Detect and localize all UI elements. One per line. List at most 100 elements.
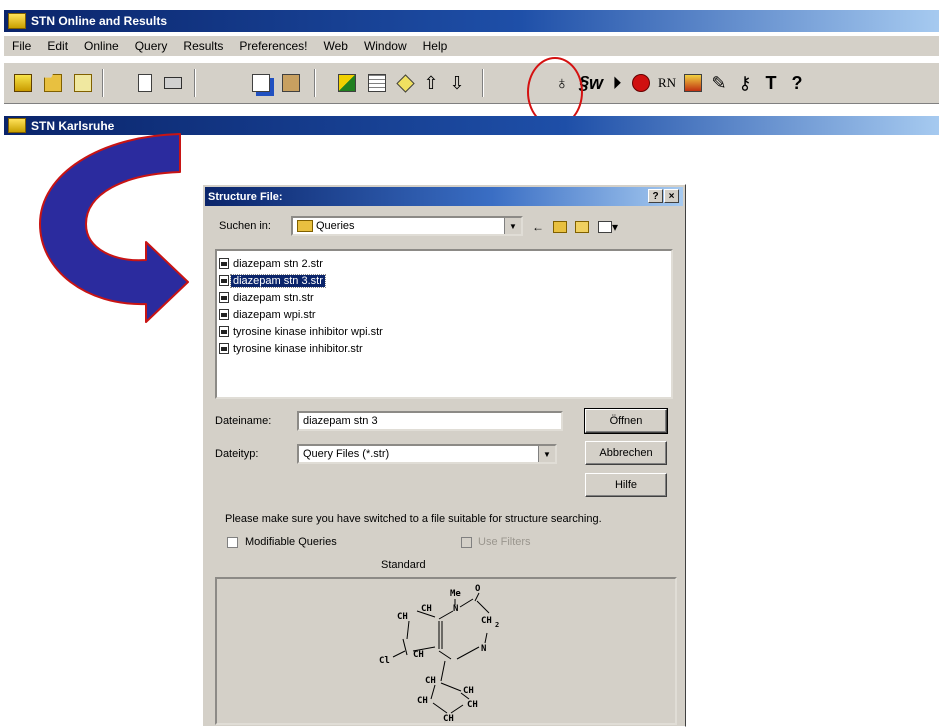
dialog-close-button[interactable]: × bbox=[664, 189, 679, 203]
filename-value: diazepam stn 3 bbox=[303, 415, 378, 427]
rn-icon[interactable]: RN bbox=[654, 70, 680, 96]
help-label: ? bbox=[791, 72, 803, 93]
dialog-help-button[interactable]: ? bbox=[648, 189, 663, 203]
document-icon[interactable] bbox=[132, 70, 158, 96]
tag-icon[interactable] bbox=[392, 70, 418, 96]
file-name: diazepam stn.str bbox=[233, 291, 314, 304]
look-in-value: Queries bbox=[316, 220, 355, 232]
paste-icon[interactable] bbox=[278, 70, 304, 96]
atom-ch: CH bbox=[467, 700, 478, 710]
help-icon[interactable]: ? bbox=[784, 70, 810, 96]
menu-results[interactable]: Results bbox=[175, 39, 231, 53]
rn-label: RN bbox=[657, 75, 677, 90]
look-in-select[interactable]: Queries ▼ bbox=[291, 216, 523, 236]
upload-icon[interactable]: ⇧ bbox=[418, 70, 444, 96]
diazepam-structure: Me O N CH 2 N CH CH CH Cl CH CH CH CH CH bbox=[379, 584, 499, 724]
modifiable-queries-label: Modifiable Queries bbox=[245, 536, 337, 548]
file-icon bbox=[219, 326, 229, 337]
download-icon[interactable]: ⇩ bbox=[444, 70, 470, 96]
atom-n: N bbox=[453, 604, 458, 614]
app-icon bbox=[8, 13, 26, 29]
file-icon bbox=[219, 275, 229, 286]
file-name: tyrosine kinase inhibitor wpi.str bbox=[233, 325, 383, 338]
atom-ch2: CH bbox=[481, 616, 492, 626]
atom-ch: CH bbox=[397, 612, 408, 622]
chevron-down-icon[interactable]: ▼ bbox=[504, 218, 521, 234]
copy-icon[interactable] bbox=[248, 70, 274, 96]
up-folder-icon[interactable] bbox=[551, 219, 569, 235]
menu-query[interactable]: Query bbox=[127, 39, 176, 53]
menu-file[interactable]: File bbox=[4, 39, 39, 53]
filename-field[interactable]: diazepam stn 3 bbox=[297, 411, 563, 431]
filetype-select[interactable]: Query Files (*.str) ▼ bbox=[297, 444, 557, 464]
structure-file-dialog: Structure File: ? × Suchen in: Queries ▼… bbox=[202, 184, 686, 727]
use-filters-label: Use Filters bbox=[478, 536, 531, 548]
atom-subscript: 2 bbox=[495, 621, 499, 629]
file-item[interactable]: tyrosine kinase inhibitor wpi.str bbox=[219, 323, 669, 340]
cancel-button[interactable]: Abbrechen bbox=[585, 441, 667, 465]
modifiable-queries-checkbox[interactable] bbox=[227, 537, 238, 548]
menu-bar: File Edit Online Query Results Preferenc… bbox=[4, 36, 939, 56]
new-folder-icon[interactable] bbox=[573, 219, 591, 235]
structure-preview: Me O N CH 2 N CH CH CH Cl CH CH CH CH CH bbox=[215, 577, 677, 725]
atom-ch: CH bbox=[421, 604, 432, 614]
file-name: diazepam wpi.str bbox=[233, 308, 316, 321]
subwindow-title: STN Karlsruhe bbox=[31, 118, 115, 133]
dialog-title: Structure File: bbox=[208, 190, 283, 203]
table-icon[interactable] bbox=[364, 70, 390, 96]
app-titlebar: STN Online and Results bbox=[4, 10, 939, 32]
folder-icon[interactable] bbox=[40, 70, 66, 96]
menu-help[interactable]: Help bbox=[415, 39, 456, 53]
menu-online[interactable]: Online bbox=[76, 39, 127, 53]
stop-icon[interactable] bbox=[628, 70, 654, 96]
key-icon[interactable]: ⚷ bbox=[732, 70, 758, 96]
atom-ch: CH bbox=[413, 650, 424, 660]
file-item[interactable]: tyrosine kinase inhibitor.str bbox=[219, 340, 669, 357]
file-item[interactable]: diazepam wpi.str bbox=[219, 306, 669, 323]
menu-preferences[interactable]: Preferences! bbox=[231, 39, 315, 53]
file-list: diazepam stn 2.str diazepam stn 3.str di… bbox=[215, 249, 673, 399]
menu-edit[interactable]: Edit bbox=[39, 39, 76, 53]
file-item[interactable]: diazepam stn 2.str bbox=[219, 255, 669, 272]
file-icon bbox=[219, 309, 229, 320]
subwindow-icon bbox=[8, 118, 26, 133]
atom-ch: CH bbox=[417, 696, 428, 706]
hint-text: Please make sure you have switched to a … bbox=[225, 513, 602, 525]
edit-icon[interactable] bbox=[70, 70, 96, 96]
filename-label: Dateiname: bbox=[215, 415, 272, 427]
look-in-label: Suchen in: bbox=[219, 220, 271, 232]
chevron-down-icon[interactable]: ▼ bbox=[538, 446, 555, 462]
file-icon bbox=[219, 292, 229, 303]
pen-icon[interactable]: ✎ bbox=[706, 70, 732, 96]
print-icon[interactable] bbox=[160, 70, 186, 96]
open-folder-icon[interactable] bbox=[10, 70, 36, 96]
atom-ch: CH bbox=[425, 676, 436, 686]
file-name: diazepam stn 2.str bbox=[233, 257, 323, 270]
file-name: diazepam stn 3.str bbox=[230, 273, 326, 288]
connect-icon[interactable] bbox=[334, 70, 360, 96]
curved-arrow-icon bbox=[39, 133, 189, 323]
file-icon bbox=[219, 258, 229, 269]
open-button[interactable]: Öffnen bbox=[584, 408, 668, 434]
file-item-selected[interactable]: diazepam stn 3.str bbox=[219, 272, 669, 289]
atom-ch: CH bbox=[463, 686, 474, 696]
back-icon[interactable]: ← bbox=[529, 219, 547, 235]
tool-icon[interactable]: T bbox=[758, 70, 784, 96]
atom-o: O bbox=[475, 584, 481, 594]
menu-web[interactable]: Web bbox=[315, 39, 355, 53]
use-filters-checkbox bbox=[461, 537, 472, 548]
filetype-label: Dateityp: bbox=[215, 448, 259, 460]
folder-icon bbox=[297, 220, 313, 232]
file-name: tyrosine kinase inhibitor.str bbox=[233, 342, 363, 355]
file-item[interactable]: diazepam stn.str bbox=[219, 289, 669, 306]
atom-n: N bbox=[481, 644, 486, 654]
menu-window[interactable]: Window bbox=[356, 39, 415, 53]
atom-cl: Cl bbox=[379, 656, 390, 666]
help-button[interactable]: Hilfe bbox=[585, 473, 667, 497]
preview-label: Standard bbox=[381, 559, 426, 571]
play-icon[interactable]: ⏵ bbox=[604, 70, 630, 96]
dialog-titlebar: Structure File: ? × bbox=[205, 187, 683, 206]
book-icon[interactable] bbox=[680, 70, 706, 96]
app-title: STN Online and Results bbox=[31, 14, 168, 28]
view-menu-icon[interactable]: ▾ bbox=[595, 219, 621, 235]
